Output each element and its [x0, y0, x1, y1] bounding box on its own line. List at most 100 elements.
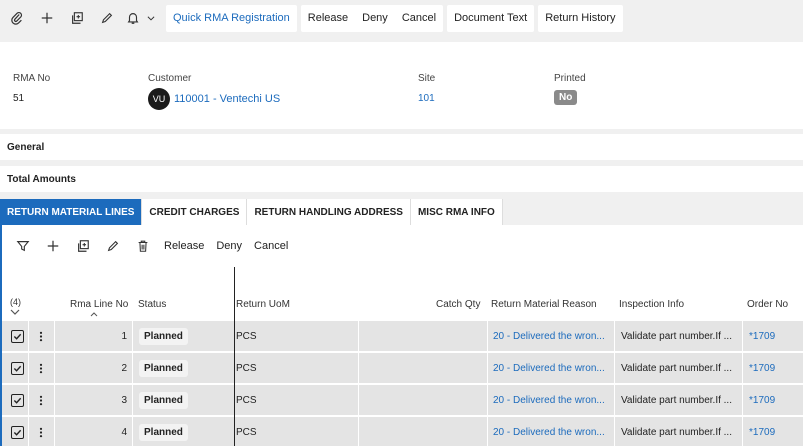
check-icon [13, 333, 21, 340]
status-action-group: Release Deny Cancel [300, 4, 444, 32]
printed-badge: No [554, 90, 578, 105]
deny-button[interactable]: Deny [355, 5, 395, 32]
row-menu-icon[interactable] [34, 385, 48, 415]
rma-header-card: RMA No 51 Customer VU 110001 - Ventechi U… [0, 42, 803, 129]
cell-return-uom: PCS [236, 362, 257, 374]
status-badge: Planned [139, 327, 188, 345]
rma-tabs: RETURN MATERIAL LINES CREDIT CHARGES RET… [0, 199, 503, 225]
total-amounts-section-header[interactable]: Total Amounts [0, 166, 803, 192]
table-row[interactable]: 1 Planned PCS 20 - Delivered the wron...… [2, 321, 803, 352]
site-field: Site 101 [418, 73, 435, 104]
row-select-checkbox[interactable] [8, 321, 26, 351]
row-menu-icon[interactable] [34, 321, 48, 351]
row-select-checkbox[interactable] [8, 353, 26, 383]
status-badge: Planned [139, 359, 188, 377]
document-text-button[interactable]: Document Text [447, 4, 535, 32]
line-cancel-button[interactable]: Cancel [248, 240, 294, 252]
chevron-down-icon[interactable] [10, 309, 20, 316]
cell-order-no[interactable]: *1709 [749, 417, 775, 446]
printed-label: Printed [554, 73, 586, 84]
cell-rma-line-no: 2 [121, 362, 127, 374]
sort-asc-icon [90, 312, 98, 317]
checkbox[interactable] [10, 393, 24, 407]
lines-toolbar: Release Deny Cancel [8, 233, 294, 259]
cell-return-uom: PCS [236, 330, 257, 342]
edit-icon[interactable] [92, 3, 122, 33]
cell-return-material-reason[interactable]: 20 - Delivered the wron... [493, 353, 605, 383]
check-icon [13, 365, 21, 372]
release-button[interactable]: Release [301, 5, 355, 32]
col-status[interactable]: Status [138, 299, 166, 310]
cell-return-uom: PCS [236, 394, 257, 406]
cell-inspection-info: Validate part number.If ... [621, 394, 732, 406]
cell-return-uom: PCS [236, 426, 257, 438]
col-inspection-info[interactable]: Inspection Info [619, 299, 684, 310]
paperclip-icon[interactable] [2, 3, 32, 33]
status-badge: Planned [139, 423, 188, 441]
duplicate-icon[interactable] [62, 3, 92, 33]
return-history-button[interactable]: Return History [538, 4, 623, 32]
add-icon[interactable] [32, 3, 62, 33]
cell-inspection-info: Validate part number.If ... [621, 362, 732, 374]
col-rma-line-no[interactable]: Rma Line No [70, 299, 128, 310]
rma-no-value: 51 [13, 93, 25, 104]
cell-rma-line-no: 4 [121, 426, 127, 438]
row-menu-icon[interactable] [34, 353, 48, 383]
rma-no-field: RMA No 51 [13, 73, 50, 104]
customer-link[interactable]: 110001 - Ventechi US [174, 93, 280, 105]
cell-return-material-reason[interactable]: 20 - Delivered the wron... [493, 417, 605, 446]
row-select-checkbox[interactable] [8, 385, 26, 415]
cell-status: Planned [139, 417, 188, 446]
checkbox[interactable] [10, 425, 24, 439]
cell-return-material-reason[interactable]: 20 - Delivered the wron... [493, 321, 605, 351]
printed-field: Printed No [554, 73, 586, 105]
cell-rma-line-no: 1 [121, 330, 127, 342]
return-material-lines-panel: Release Deny Cancel (4) Rma Line No Stat… [0, 225, 803, 446]
col-catch-qty[interactable]: Catch Qty [436, 299, 480, 310]
cell-order-no[interactable]: *1709 [749, 385, 775, 415]
cell-rma-line-no: 3 [121, 394, 127, 406]
main-toolbar: Quick RMA Registration Release Deny Canc… [0, 0, 803, 36]
col-return-uom[interactable]: Return UoM [236, 299, 290, 310]
tab-credit-charges[interactable]: CREDIT CHARGES [142, 199, 248, 225]
site-label: Site [418, 73, 436, 84]
filter-icon[interactable] [8, 233, 38, 259]
col-return-material-reason[interactable]: Return Material Reason [491, 299, 597, 310]
rma-no-label: RMA No [13, 73, 51, 84]
cell-order-no[interactable]: *1709 [749, 353, 775, 383]
cell-inspection-info: Validate part number.If ... [621, 330, 732, 342]
line-deny-button[interactable]: Deny [210, 240, 248, 252]
tab-return-handling-address[interactable]: RETURN HANDLING ADDRESS [247, 199, 411, 225]
line-release-button[interactable]: Release [158, 240, 210, 252]
tab-misc-rma-info[interactable]: MISC RMA INFO [410, 199, 503, 225]
bell-icon[interactable] [122, 3, 144, 33]
cell-order-no[interactable]: *1709 [749, 321, 775, 351]
checkbox[interactable] [10, 329, 24, 343]
row-menu-icon[interactable] [34, 417, 48, 446]
duplicate-line-icon[interactable] [68, 233, 98, 259]
quick-rma-registration-button[interactable]: Quick RMA Registration [166, 4, 297, 32]
general-section-header[interactable]: General [0, 134, 803, 160]
checkbox[interactable] [10, 361, 24, 375]
site-link[interactable]: 101 [418, 93, 435, 104]
col-order-no[interactable]: Order No [747, 299, 788, 310]
row-select-checkbox[interactable] [8, 417, 26, 446]
table-row[interactable]: 3 Planned PCS 20 - Delivered the wron...… [2, 385, 803, 416]
cell-status: Planned [139, 353, 188, 383]
cell-status: Planned [139, 321, 188, 351]
frozen-column-divider[interactable] [234, 267, 235, 446]
add-line-icon[interactable] [38, 233, 68, 259]
row-count: (4) [10, 297, 21, 307]
edit-line-icon[interactable] [98, 233, 128, 259]
delete-icon[interactable] [128, 233, 158, 259]
cancel-button[interactable]: Cancel [395, 5, 443, 32]
tab-return-material-lines[interactable]: RETURN MATERIAL LINES [0, 199, 143, 225]
cell-return-material-reason[interactable]: 20 - Delivered the wron... [493, 385, 605, 415]
table-row[interactable]: 4 Planned PCS 20 - Delivered the wron...… [2, 417, 803, 446]
cell-inspection-info: Validate part number.If ... [621, 426, 732, 438]
status-badge: Planned [139, 391, 188, 409]
check-icon [13, 429, 21, 436]
customer-avatar: VU [148, 88, 170, 110]
chevron-down-icon[interactable] [144, 3, 158, 33]
table-row[interactable]: 2 Planned PCS 20 - Delivered the wron...… [2, 353, 803, 384]
